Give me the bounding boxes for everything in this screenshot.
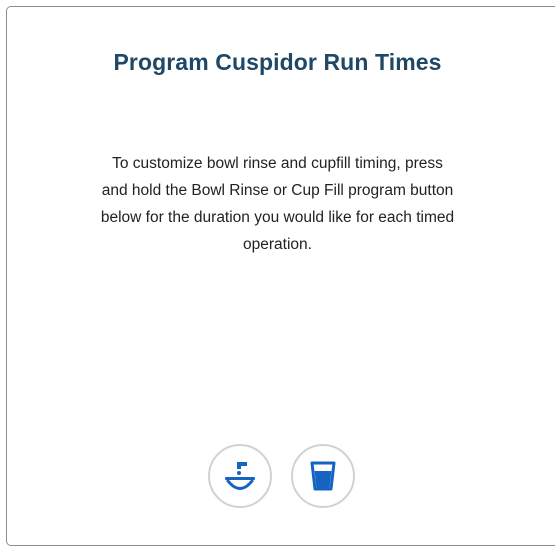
description-line: and hold the Bowl Rinse or Cup Fill prog… [101, 182, 454, 199]
description-line: To customize bowl rinse and cupfill timi… [112, 155, 443, 172]
cup-fill-icon [308, 459, 338, 493]
description-line: operation. [243, 236, 312, 253]
cup-fill-button[interactable] [291, 444, 355, 508]
dialog-title: Program Cuspidor Run Times [113, 49, 442, 75]
dialog-panel [6, 6, 555, 546]
bowl-rinse-icon [223, 458, 257, 494]
description-line: below for the duration you would like fo… [100, 209, 455, 226]
screen: Program Cuspidor Run Times To customize … [0, 0, 555, 546]
dialog-description: To customize bowl rinse and cupfill timi… [0, 150, 555, 258]
bowl-rinse-button[interactable] [208, 444, 272, 508]
